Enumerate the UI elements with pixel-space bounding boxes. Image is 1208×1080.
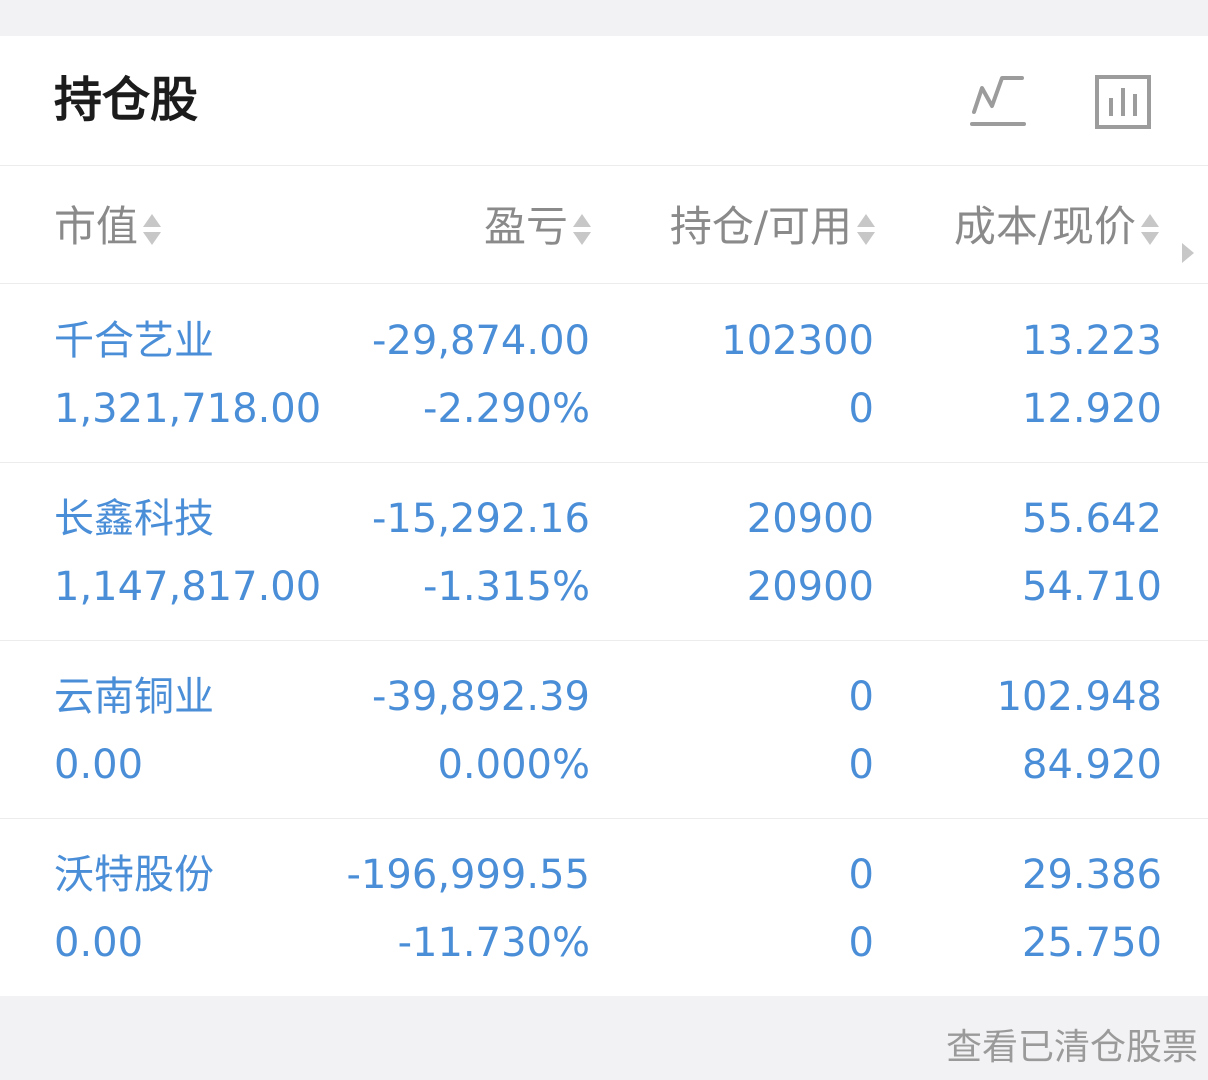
profit-loss-percent: 0.000% [437,742,590,788]
table-row[interactable]: 千合艺业 1,321,718.00 -29,874.00 -2.290% 102… [0,285,1208,463]
market-value: 0.00 [54,920,144,966]
sort-icon [572,210,591,250]
profit-loss-percent: -11.730% [397,920,590,966]
column-header-row: 市值 盈亏 持仓/可用 成本/现价 [0,166,1208,284]
stock-name: 云南铜业 [54,674,214,720]
available-quantity: 20900 [746,564,874,610]
stock-name: 沃特股份 [54,852,214,898]
market-value: 1,147,817.00 [54,564,322,610]
stock-name: 长鑫科技 [54,496,214,542]
bar-chart-icon[interactable] [1094,74,1152,130]
view-cleared-stocks-link[interactable]: 查看已清仓股票 [946,1026,1198,1070]
column-header-cost-price[interactable]: 成本/现价 [954,202,1159,252]
sort-icon [856,210,875,250]
profit-loss: -39,892.39 [371,674,590,720]
cost-price: 55.642 [1022,496,1162,542]
current-price: 54.710 [1022,564,1162,610]
stock-name: 千合艺业 [54,318,214,364]
column-header-pl[interactable]: 盈亏 [484,202,591,252]
cost-price: 102.948 [996,674,1162,720]
position-quantity: 0 [848,674,874,720]
profit-loss: -29,874.00 [371,318,590,364]
column-header-market-value[interactable]: 市值 [54,202,162,252]
position-quantity: 20900 [746,496,874,542]
cost-price: 13.223 [1022,318,1162,364]
profit-loss: -15,292.16 [371,496,590,542]
profit-loss-percent: -1.315% [423,564,590,610]
position-quantity: 102300 [721,318,874,364]
column-header-position[interactable]: 持仓/可用 [670,202,875,252]
sort-icon [142,210,162,250]
market-value: 0.00 [54,742,144,788]
holdings-list: 千合艺业 1,321,718.00 -29,874.00 -2.290% 102… [0,285,1208,997]
position-quantity: 0 [848,852,874,898]
page-title: 持仓股 [54,72,199,128]
profit-loss: -196,999.55 [346,852,590,898]
card-header: 持仓股 [0,36,1208,166]
sort-icon [1140,210,1159,250]
table-row[interactable]: 云南铜业 0.00 -39,892.39 0.000% 0 0 102.948 … [0,641,1208,819]
available-quantity: 0 [848,386,874,432]
profit-loss-percent: -2.290% [423,386,590,432]
table-row[interactable]: 沃特股份 0.00 -196,999.55 -11.730% 0 0 29.38… [0,819,1208,997]
available-quantity: 0 [848,742,874,788]
market-value: 1,321,718.00 [54,386,322,432]
current-price: 84.920 [1022,742,1162,788]
scroll-right-icon[interactable] [1182,243,1194,263]
current-price: 25.750 [1022,920,1162,966]
available-quantity: 0 [848,920,874,966]
cost-price: 29.386 [1022,852,1162,898]
table-row[interactable]: 长鑫科技 1,147,817.00 -15,292.16 -1.315% 209… [0,463,1208,641]
holdings-card: 持仓股 市值 盈亏 持仓/可用 成本/现价 千合艺业 1,321,718.00 … [0,36,1208,996]
current-price: 12.920 [1022,386,1162,432]
line-chart-icon[interactable] [968,74,1028,130]
footer: 查看已清仓股票 [0,996,1208,1080]
